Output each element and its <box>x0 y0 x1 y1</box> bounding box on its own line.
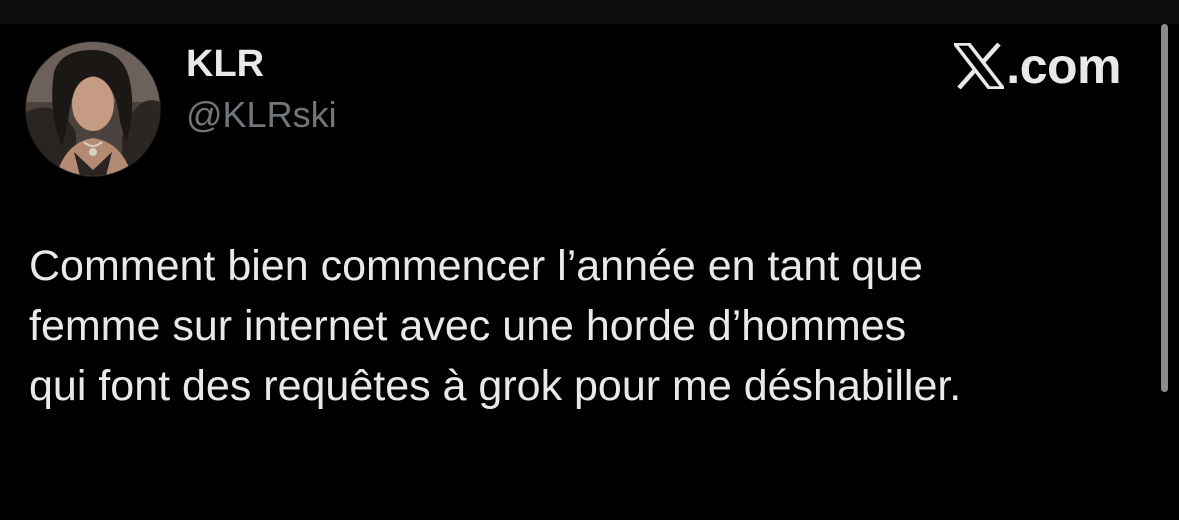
x-logo-icon <box>954 43 1005 89</box>
brand-watermark: .com <box>954 38 1121 94</box>
avatar[interactable] <box>26 42 160 176</box>
brand-domain-text: .com <box>1006 38 1121 94</box>
author-handle[interactable]: @KLRski <box>186 94 337 136</box>
author-display-name[interactable]: KLR <box>186 42 264 86</box>
tweet-text: Comment bien commencer l’année en tant q… <box>29 242 962 410</box>
scrollbar[interactable] <box>1161 24 1168 392</box>
top-status-strip <box>0 0 1179 24</box>
avatar-photo-icon <box>26 42 160 176</box>
